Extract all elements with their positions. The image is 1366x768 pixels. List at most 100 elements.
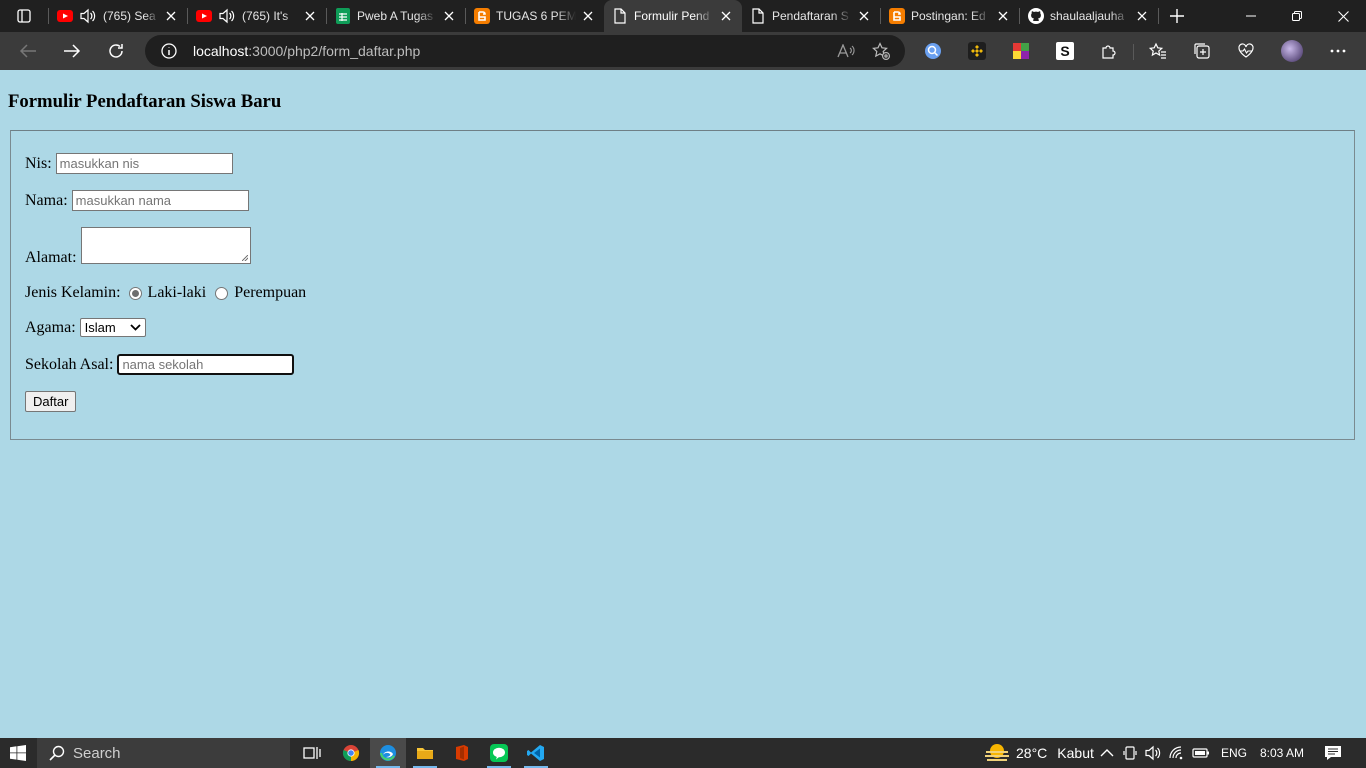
office-icon [456,745,468,761]
colorful-extension-icon [1013,43,1029,59]
file-explorer-app[interactable] [407,738,443,768]
gender-row: Jenis Kelamin: Laki-laki Perempuan [25,284,306,302]
vscode-icon [527,745,544,761]
nis-row: Nis: masukkan nis [25,153,233,174]
puzzle-icon [1102,45,1116,59]
battery-icon[interactable] [1192,747,1210,759]
info-icon[interactable] [161,43,177,59]
tab-blogger-1[interactable]: TUGAS 6 PEM [466,0,604,32]
browser-essentials-button[interactable] [1236,41,1256,61]
nama-label: Nama: [25,191,68,209]
close-icon[interactable] [856,8,872,24]
extension-colorful[interactable] [1011,41,1031,61]
tab-title: TUGAS 6 PEM [496,9,576,23]
close-icon[interactable] [163,8,179,24]
address-bar[interactable]: localhost:3000/php2/form_daftar.php [145,35,905,67]
volume-icon[interactable] [1144,745,1162,761]
tab-youtube-1[interactable]: (765) Sea [49,0,187,32]
nis-placeholder: masukkan nis [59,156,140,171]
url-text[interactable]: localhost:3000/php2/form_daftar.php [193,43,420,59]
alamat-textarea[interactable] [80,227,251,264]
line-app[interactable] [481,738,517,768]
weather-temp: 28°C [1016,745,1048,761]
nama-placeholder: masukkan nama [75,193,172,208]
office-app[interactable] [444,738,480,768]
chrome-app[interactable] [333,738,369,768]
close-icon[interactable] [718,8,734,24]
read-aloud-icon [837,44,855,58]
nama-input[interactable]: masukkan nama [71,190,249,211]
nis-label: Nis: [25,154,52,172]
speaker-icon[interactable] [79,8,97,24]
tab-title: Pweb A Tugas [357,9,434,23]
notifications-button[interactable] [1324,738,1342,768]
agama-row: Agama: Islam [25,318,146,337]
radio-perempuan-label[interactable]: Perempuan [234,284,306,302]
close-icon[interactable] [580,8,596,24]
radio-laki-laki-label[interactable]: Laki-laki [148,284,207,302]
wifi-icon[interactable] [1169,746,1185,760]
close-window-button[interactable] [1320,0,1366,32]
taskbar-search[interactable]: Search [37,738,290,768]
nis-input[interactable]: masukkan nis [55,153,233,174]
toolbar-separator [1133,44,1134,60]
tab-github[interactable]: shaulaaljauha [1020,0,1158,32]
extension-search[interactable] [923,41,943,61]
minimize-icon [1246,15,1256,17]
weather-widget[interactable]: 28°C Kabut [984,738,1094,768]
close-icon[interactable] [302,8,318,24]
language-indicator[interactable]: ENG [1221,738,1247,768]
close-icon[interactable] [1134,8,1150,24]
edge-icon [380,745,396,761]
sekolah-input[interactable]: nama sekolah [117,354,295,375]
tab-blogger-2[interactable]: Postingan: Ed [881,0,1019,32]
refresh-button[interactable] [102,37,130,65]
page-title: Formulir Pendaftaran Siswa Baru [8,91,282,112]
daftar-button[interactable]: Daftar [25,391,77,412]
profile-avatar[interactable] [1281,40,1303,62]
clock[interactable]: 8:03 AM [1260,738,1304,768]
edge-app[interactable] [370,738,406,768]
plus-icon [1170,9,1184,23]
tab-bar: (765) Sea (765) It's Pweb A Tugas TUGAS … [0,0,1366,32]
speaker-icon[interactable] [218,8,236,24]
heart-pulse-icon [1238,43,1254,58]
close-icon[interactable] [995,8,1011,24]
vscode-app[interactable] [518,738,554,768]
tab-formulir-active[interactable]: Formulir Pend [604,0,742,32]
start-button[interactable] [0,738,36,768]
favorites-button[interactable] [1148,41,1168,61]
close-icon[interactable] [441,8,457,24]
radio-laki-laki[interactable] [128,286,142,300]
chrome-icon [342,745,360,762]
extension-s[interactable]: S [1055,41,1075,61]
new-tab-button[interactable] [1159,0,1195,32]
add-favorite-button[interactable] [872,42,890,60]
page-content: Formulir Pendaftaran Siswa Baru Nis: mas… [0,70,1366,738]
task-view-button[interactable] [294,738,330,768]
collections-button[interactable] [1192,41,1212,61]
tab-title: (765) Sea [103,9,156,23]
notification-icon [1325,746,1341,760]
minimize-button[interactable] [1228,0,1274,32]
back-button[interactable] [14,37,42,65]
agama-select[interactable]: Islam [79,318,146,337]
radio-perempuan[interactable] [215,286,229,300]
tab-sheets[interactable]: Pweb A Tugas [327,0,465,32]
url-path: :3000/php2/form_daftar.php [248,43,421,59]
extension-binance[interactable] [967,41,987,61]
chevron-up-icon[interactable] [1100,748,1114,758]
read-aloud-button[interactable] [837,42,855,60]
device-icon[interactable] [1123,745,1137,761]
restore-button[interactable] [1274,0,1320,32]
weather-condition: Kabut [1057,745,1094,761]
extensions-button[interactable] [1099,41,1119,61]
forward-button[interactable] [58,37,86,65]
tab-title: Postingan: Ed [911,9,986,23]
tab-youtube-2[interactable]: (765) It's [188,0,326,32]
nama-row: Nama: masukkan nama [25,190,249,211]
tab-pendaftaran[interactable]: Pendaftaran S [742,0,880,32]
settings-menu-button[interactable] [1328,41,1348,61]
tab-actions-button[interactable] [0,0,48,32]
task-view-icon [303,747,321,759]
